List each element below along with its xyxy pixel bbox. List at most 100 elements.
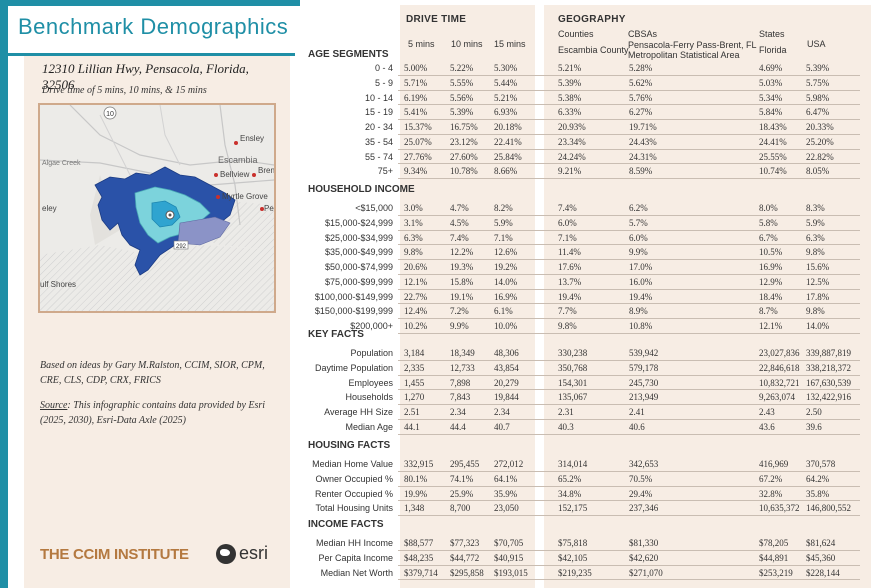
table-row: $15,000-$24,999 3.1% 4.5% 5.9% 6.0% 5.7% 5.8% 5…: [300, 216, 871, 231]
credits-based-on: Based on ideas by Gary M.Ralston, CCIM, …: [40, 360, 265, 386]
drive-time-map[interactable]: 10 292 Ensley Escambia Bellview Brent My…: [38, 103, 276, 313]
row-label: $15,000-$24,999: [324, 217, 393, 228]
row-label: $150,000-$199,999: [314, 306, 393, 317]
table-cell: 43.6: [759, 421, 775, 432]
table-cell: 342,653: [629, 459, 659, 469]
table-cell: 6.47%: [806, 107, 830, 118]
row-divider: [398, 579, 860, 581]
row-label: Total Housing Units: [315, 503, 393, 514]
credits-block: Based on ideas by Gary M.Ralston, CCIM, …: [40, 358, 280, 428]
table-cell: 8.3%: [806, 203, 825, 213]
row-label: 15 - 19: [364, 107, 393, 118]
table-cell: 4.7%: [450, 203, 469, 213]
table-cell: $44,891: [759, 552, 789, 563]
table-row: 55 - 74 27.76% 27.60% 25.84% 24.24% 24.31% 25.…: [300, 150, 871, 165]
table-cell: 15.6%: [806, 262, 830, 272]
table-cell: 8.7%: [759, 306, 778, 317]
table-row: Total Housing Units 1,348 8,700 23,050 152,1…: [300, 501, 871, 516]
row-label: $100,000-$149,999: [314, 291, 393, 302]
usa-header: USA: [807, 39, 826, 49]
left-accent-stripe: [0, 6, 8, 588]
table-cell: 167,630,539: [806, 377, 851, 388]
table-cell: $75,818: [558, 538, 588, 548]
table-cell: 350,768: [558, 362, 588, 373]
table-cell: 2.34: [494, 407, 510, 417]
section-title: HOUSEHOLD INCOME: [308, 184, 415, 195]
row-label: 5 - 9: [374, 77, 393, 88]
source-label: Source: [40, 400, 68, 411]
col-15-mins: 15 mins: [494, 39, 526, 49]
table-cell: 12.9%: [759, 276, 783, 287]
table-cell: 64.1%: [494, 473, 518, 484]
row-label: Median Home Value: [312, 459, 393, 469]
table-cell: 5.39%: [558, 77, 582, 88]
table-cell: 35.8%: [806, 488, 830, 499]
esri-logo: esri: [216, 543, 268, 564]
table-cell: 9.21%: [558, 166, 582, 177]
table-cell: 12.4%: [404, 306, 428, 317]
table-cell: 9.8%: [404, 247, 423, 258]
table-row: Daytime Population 2,335 12,733 43,854 350,7…: [300, 361, 871, 376]
place-label-creek: Algae Creek: [42, 160, 81, 167]
row-label: $75,000-$99,999: [324, 276, 393, 287]
table-cell: 17.0%: [629, 262, 653, 272]
table-cell: $77,323: [450, 538, 480, 548]
place-label-brent: Brent: [258, 166, 274, 175]
table-cell: 16.9%: [759, 262, 783, 272]
table-cell: 48,306: [494, 348, 519, 358]
table-cell: 70.5%: [629, 473, 653, 484]
section-title: INCOME FACTS: [308, 519, 384, 530]
table-cell: $45,360: [806, 552, 836, 563]
table-row: $50,000-$74,999 20.6% 19.3% 19.2% 17.6% 17.0%…: [300, 260, 871, 275]
cbsa-name-line2: Metropolitan Statistical Area: [628, 50, 740, 60]
table-cell: 22.41%: [494, 136, 522, 147]
table-cell: 5.34%: [759, 92, 783, 103]
table-cell: $42,105: [558, 552, 588, 563]
table-cell: 14.0%: [806, 321, 830, 331]
table-row: Median Home Value 332,915 295,455 272,012 31…: [300, 457, 871, 472]
table-row: $35,000-$49,999 9.8% 12.2% 12.6% 11.4% 9.9% 10…: [300, 245, 871, 260]
left-panel: Benchmark Demographics 12310 Lillian Hwy…: [0, 0, 300, 588]
table-cell: 2,335: [404, 362, 425, 373]
county-name: Escambia County: [558, 45, 629, 55]
row-label: Per Capita Income: [318, 552, 393, 563]
table-cell: 10.78%: [450, 166, 478, 177]
table-cell: 5.7%: [629, 217, 648, 228]
table-cell: 132,422,916: [806, 392, 851, 403]
table-cell: 135,067: [558, 392, 588, 403]
table-cell: 1,455: [404, 377, 425, 388]
table-cell: 27.60%: [450, 151, 478, 162]
map-svg: 10 292 Ensley Escambia Bellview Brent My…: [40, 105, 274, 311]
place-label-myrtle-grove: Myrtle Grove: [222, 192, 268, 201]
table-cell: 8.66%: [494, 166, 518, 177]
table-cell: 5.44%: [494, 77, 518, 88]
row-divider: [398, 332, 860, 334]
table-cell: 5.56%: [450, 92, 474, 103]
table-cell: 15.8%: [450, 276, 474, 287]
table-cell: 6.3%: [806, 232, 825, 243]
table-row: $25,000-$34,999 6.3% 7.4% 7.1% 7.1% 6.0% 6.7% 6…: [300, 231, 871, 246]
table-row: $75,000-$99,999 12.1% 15.8% 14.0% 13.7% 16.0%…: [300, 275, 871, 290]
table-cell: 9.8%: [806, 247, 825, 258]
table-cell: 29.4%: [629, 488, 653, 499]
table-cell: 146,800,552: [806, 503, 851, 514]
table-cell: 14.0%: [494, 276, 518, 287]
table-cell: 23,050: [494, 503, 519, 514]
cbsa-name-line1: Pensacola-Ferry Pass-Brent, FL: [628, 40, 757, 50]
table-cell: 7.7%: [558, 306, 577, 317]
table-cell: 19,844: [494, 392, 519, 403]
table-cell: 24.43%: [629, 136, 657, 147]
row-label: 75+: [377, 166, 393, 177]
row-label: 35 - 54: [364, 136, 393, 147]
table-cell: 10.0%: [494, 321, 518, 331]
table-cell: 5.21%: [558, 63, 582, 73]
table-cell: 8,700: [450, 503, 471, 514]
table-cell: 11.4%: [558, 247, 581, 258]
table-cell: 17.8%: [806, 291, 830, 302]
table-cell: 7.2%: [450, 306, 469, 317]
table-row: 0 - 4 5.00% 5.22% 5.30% 5.21% 5.28% 4.69% 5.39%: [300, 61, 871, 76]
place-label-ensley: Ensley: [240, 134, 264, 143]
page-title: Benchmark Demographics: [18, 14, 289, 39]
table-cell: 338,218,372: [806, 362, 851, 373]
table-cell: 25.84%: [494, 151, 522, 162]
